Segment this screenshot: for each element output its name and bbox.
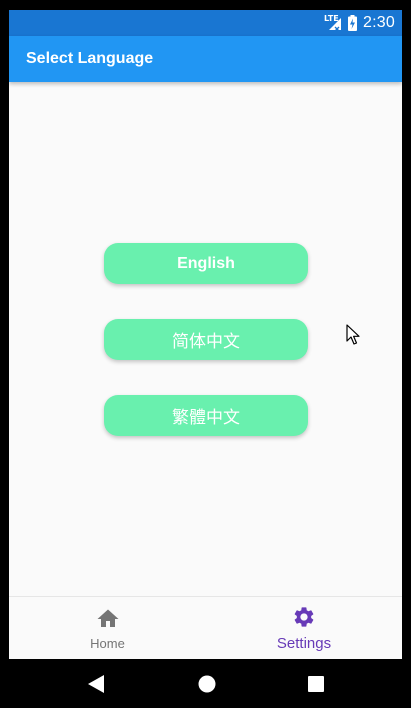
status-bar: LTE 2:30	[9, 10, 402, 36]
device-screen: LTE 2:30 Select Language English 简体中文 繁體…	[9, 10, 402, 708]
mouse-cursor-icon	[346, 324, 360, 351]
status-icons: LTE 2:30	[324, 10, 395, 36]
lte-signal-icon: LTE	[324, 14, 342, 31]
nav-item-settings[interactable]: Settings	[206, 597, 402, 660]
system-navigation-bar	[9, 659, 402, 708]
nav-label-home: Home	[90, 635, 125, 651]
traditional-chinese-button[interactable]: 繁體中文	[104, 395, 308, 436]
back-icon[interactable]	[87, 674, 105, 699]
app-bar: Select Language	[9, 36, 402, 82]
nav-label-settings: Settings	[276, 635, 332, 652]
bottom-navigation: Home Settings	[9, 596, 402, 660]
language-list: English 简体中文 繁體中文	[9, 82, 402, 596]
battery-charging-icon	[348, 15, 358, 31]
page-title: Select Language	[26, 50, 154, 67]
home-circle-icon[interactable]	[197, 674, 217, 699]
status-time: 2:30	[363, 14, 395, 31]
recents-icon[interactable]	[307, 674, 325, 699]
nav-item-home[interactable]: Home	[9, 597, 206, 660]
simplified-chinese-button[interactable]: 简体中文	[104, 319, 308, 360]
gear-icon	[292, 605, 316, 634]
english-button[interactable]: English	[104, 243, 308, 284]
home-icon	[96, 607, 120, 634]
